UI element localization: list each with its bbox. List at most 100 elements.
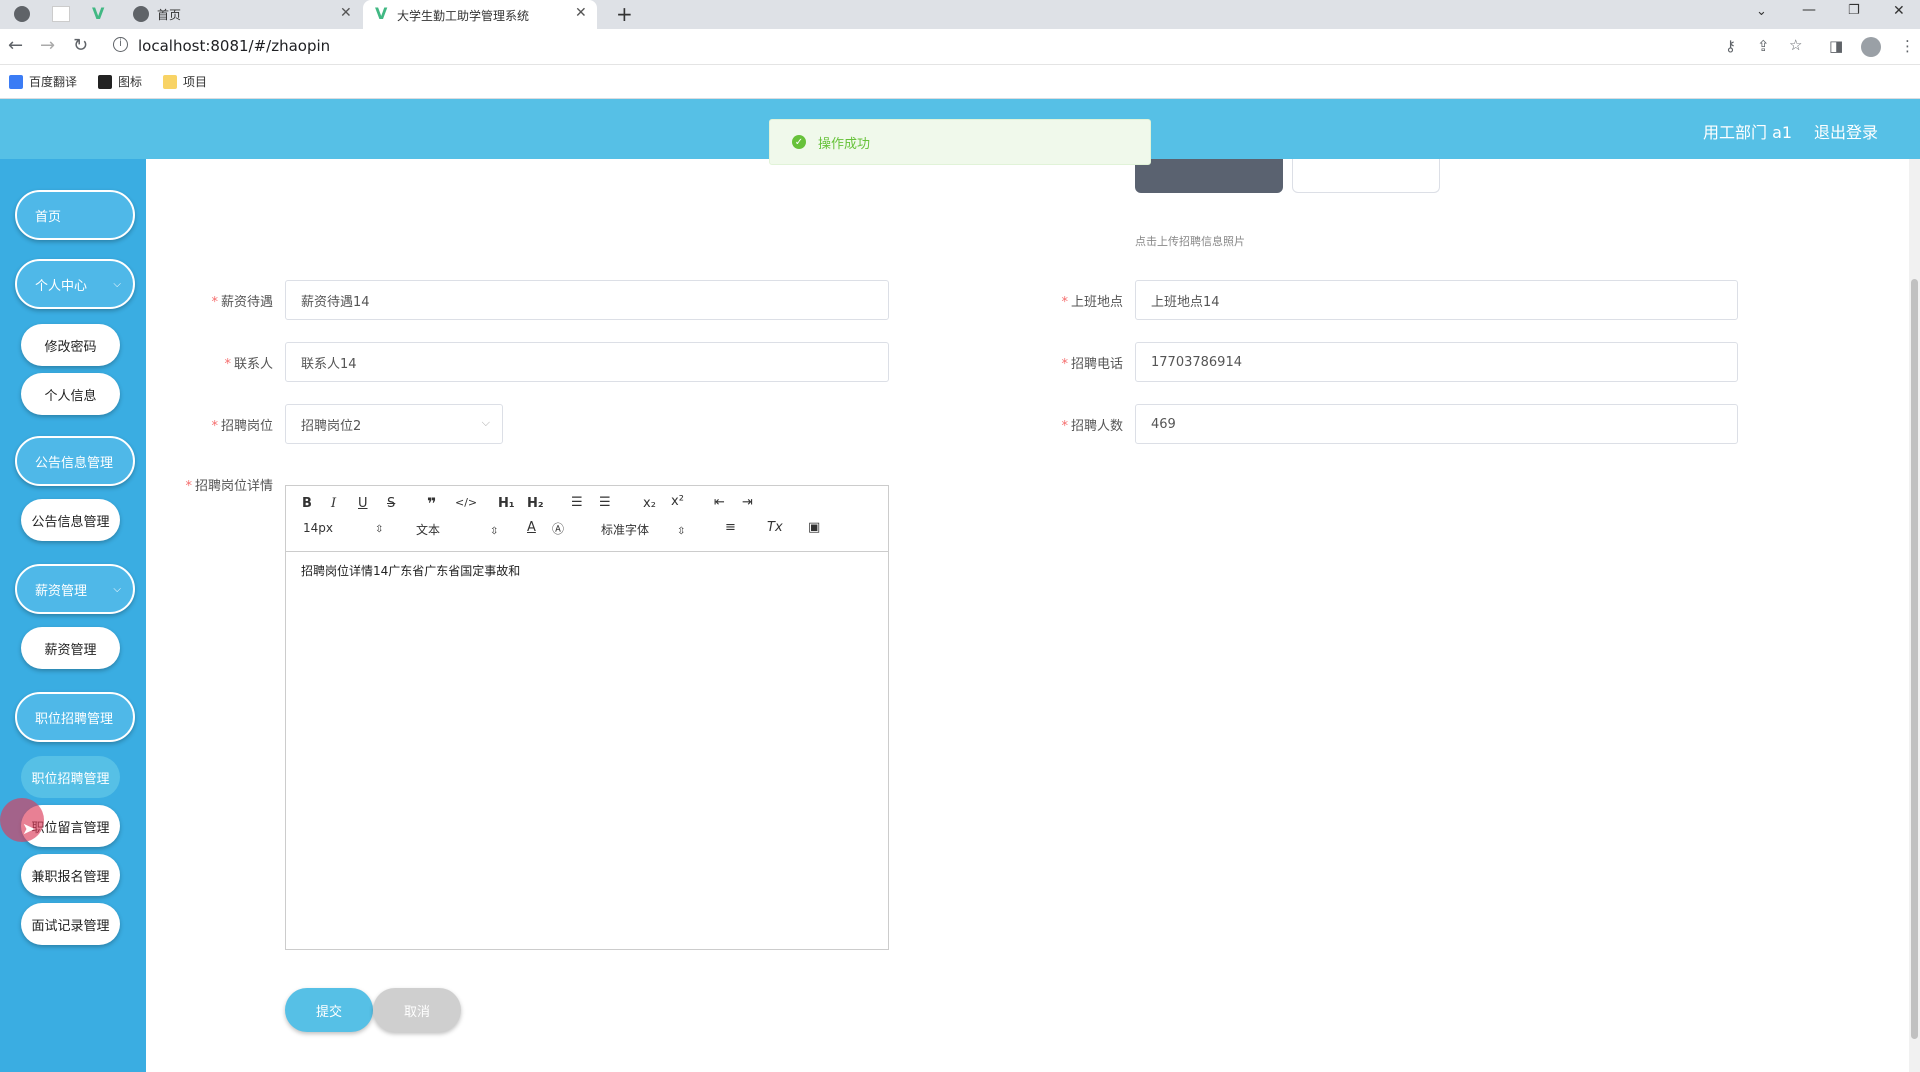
strike-icon[interactable]: S — [387, 496, 395, 511]
logout-link[interactable]: 退出登录 — [1814, 119, 1878, 143]
background-color-icon[interactable]: Ⓐ — [552, 520, 564, 537]
underline-icon[interactable]: U — [358, 496, 368, 511]
minimize-icon[interactable]: — — [1802, 2, 1816, 18]
vue-logo-icon[interactable]: V — [92, 4, 104, 23]
sidebar-item-home[interactable]: 首页 — [15, 190, 135, 240]
font-color-icon[interactable]: A — [527, 520, 536, 535]
close-window-icon[interactable]: ✕ — [1893, 3, 1905, 19]
sidebar-item-salary-manage[interactable]: 薪资管理 — [21, 627, 120, 669]
sidebar-item-personal-info[interactable]: 个人信息 — [21, 373, 120, 415]
sidebar-item-personal-center[interactable]: 个人中心 ⌵ — [15, 259, 135, 309]
sidebar-item-label: 个人中心 — [35, 278, 88, 294]
sidebar-item-recruit-group[interactable]: 职位招聘管理 — [15, 692, 135, 742]
menu-dots-icon[interactable]: ⋮ — [1900, 37, 1915, 55]
updown-icon: ⇳ — [490, 526, 499, 537]
new-tab-icon[interactable]: + — [616, 2, 633, 26]
rich-text-editor: B I U S ❞ </> H₁ H₂ ☰ ☰ x₂ x² ⇤ ⇥ 14px ⇳ … — [285, 485, 889, 950]
cancel-button[interactable]: 取消 — [373, 988, 461, 1032]
superscript-icon[interactable]: x² — [671, 494, 684, 509]
scrollbar-thumb[interactable] — [1911, 279, 1918, 1039]
updown-icon: ⇳ — [375, 524, 384, 535]
tab-active[interactable]: V 大学生勤工助学管理系统 ✕ — [363, 0, 597, 29]
profile-avatar[interactable] — [1861, 37, 1881, 57]
sidebar-item-change-password[interactable]: 修改密码 — [21, 324, 120, 366]
browser-tab-bar: V 首页 ✕ V 大学生勤工助学管理系统 ✕ + ⌄ — ❐ ✕ — [0, 0, 1920, 29]
vue-logo-icon: V — [375, 4, 388, 23]
position-label: * 招聘岗位 — [211, 419, 273, 434]
chevron-down-icon: ⌵ — [113, 583, 121, 595]
headcount-label: * 招聘人数 — [1061, 419, 1123, 434]
translate-icon — [9, 74, 23, 89]
bookmark-icons[interactable]: 图标 — [98, 73, 142, 90]
cursor-icon: ➤ — [22, 819, 36, 838]
subscript-icon[interactable]: x₂ — [643, 496, 656, 511]
italic-icon[interactable]: I — [331, 496, 336, 511]
editor-content[interactable]: 招聘岗位详情14广东省广东省国定事故和 — [301, 562, 520, 579]
sidebar-item-salary-group[interactable]: 薪资管理 ⌵ — [15, 564, 135, 614]
bullet-list-icon[interactable]: ☰ — [599, 495, 611, 510]
bookmark-label: 图标 — [118, 75, 143, 89]
upload-hint: 点击上传招聘信息照片 — [1135, 235, 1245, 248]
indent-icon[interactable]: ⇥ — [742, 495, 753, 510]
tab-search-icon[interactable]: ⌄ — [1756, 4, 1767, 19]
success-toast: ✓ 操作成功 — [769, 119, 1151, 165]
details-label: * 招聘岗位详情 — [185, 479, 273, 494]
close-tab-icon[interactable]: ✕ — [340, 5, 352, 21]
tab-label: 首页 — [157, 8, 182, 22]
h2-icon[interactable]: H₂ — [527, 496, 544, 511]
salary-input[interactable]: 薪资待遇14 — [285, 280, 889, 320]
address-bar-row: ← → ↻ i localhost:8081/#/zhaopin ⚷ ⇪ ☆ ◨… — [0, 29, 1920, 65]
headcount-input[interactable]: 469 — [1135, 404, 1738, 444]
sidebar-item-label: 公告信息管理 — [35, 455, 114, 471]
url-field[interactable]: localhost:8081/#/zhaopin — [138, 37, 330, 55]
uploaded-photo-thumbnail[interactable] — [1135, 159, 1283, 193]
submit-button[interactable]: 提交 — [285, 988, 373, 1032]
share-icon[interactable]: ⇪ — [1757, 37, 1770, 55]
sidebar-item-recruit-manage[interactable]: 职位招聘管理 — [21, 756, 120, 798]
sidebar-item-notice-group[interactable]: 公告信息管理 — [15, 436, 135, 486]
sidebar-item-interview-manage[interactable]: 面试记录管理 — [21, 903, 120, 945]
chevron-down-icon: ⌵ — [481, 416, 490, 429]
quote-icon[interactable]: ❞ — [427, 494, 436, 513]
h1-icon[interactable]: H₁ — [498, 496, 515, 511]
bookmark-label: 项目 — [183, 75, 208, 89]
ordered-list-icon[interactable]: ☰ — [571, 495, 583, 510]
block-type-select[interactable]: 文本 ⇳ — [416, 521, 498, 538]
bold-icon[interactable]: B — [302, 496, 312, 511]
close-tab-icon[interactable]: ✕ — [575, 5, 587, 21]
image-insert-icon[interactable]: ▣ — [808, 520, 820, 535]
position-select[interactable]: 招聘岗位2 ⌵ — [285, 404, 503, 444]
restore-icon[interactable]: ❐ — [1848, 3, 1860, 18]
reload-icon[interactable]: ↻ — [73, 35, 88, 56]
font-size-select[interactable]: 14px ⇳ — [303, 521, 383, 535]
sidepanel-icon[interactable]: ◨ — [1829, 37, 1843, 55]
site-info-icon[interactable]: i — [113, 37, 128, 52]
code-icon[interactable]: </> — [455, 496, 477, 509]
sidebar-item-notice-manage[interactable]: 公告信息管理 — [21, 499, 120, 541]
salary-label: * 薪资待遇 — [211, 295, 273, 310]
bookmark-project[interactable]: 项目 — [163, 73, 207, 90]
toast-message: 操作成功 — [818, 136, 871, 152]
bookmark-baidu-translate[interactable]: 百度翻译 — [9, 73, 77, 90]
font-family-select[interactable]: 标准字体 ⇳ — [601, 521, 685, 538]
sidebar-item-label: 修改密码 — [44, 339, 97, 355]
align-icon[interactable]: ≡ — [725, 520, 736, 535]
sidebar-item-apply-manage[interactable]: 兼职报名管理 — [21, 854, 120, 896]
clear-format-icon[interactable]: Tx — [767, 520, 783, 535]
phone-input[interactable]: 17703786914 — [1135, 342, 1738, 382]
blank-page-icon[interactable] — [52, 6, 70, 22]
contact-input[interactable]: 联系人14 — [285, 342, 889, 382]
back-icon[interactable]: ← — [8, 35, 23, 56]
upload-dropzone[interactable] — [1292, 159, 1440, 193]
sidebar-item-label: 公告信息管理 — [31, 514, 110, 530]
location-label: * 上班地点 — [1061, 295, 1123, 310]
location-input[interactable]: 上班地点14 — [1135, 280, 1738, 320]
globe-icon[interactable] — [14, 6, 30, 22]
user-label: 用工部门 a1 — [1703, 123, 1793, 142]
tab-home[interactable]: 首页 — [157, 0, 181, 29]
forward-icon[interactable]: → — [40, 35, 55, 56]
sidebar-item-label: 薪资管理 — [35, 583, 88, 599]
outdent-icon[interactable]: ⇤ — [714, 495, 725, 510]
key-icon[interactable]: ⚷ — [1725, 37, 1736, 55]
star-icon[interactable]: ☆ — [1789, 36, 1802, 54]
